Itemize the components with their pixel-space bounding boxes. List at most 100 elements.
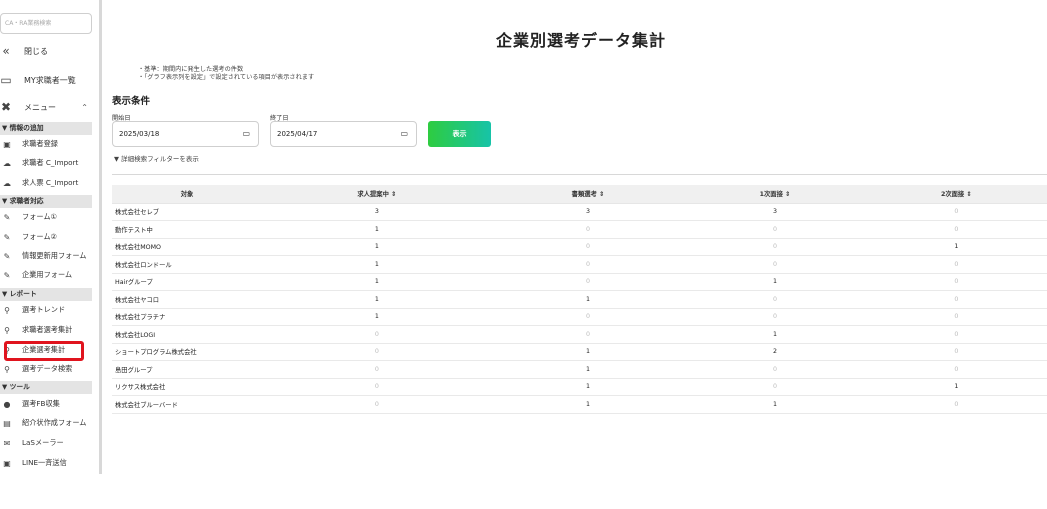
- sidebar-item-form-2[interactable]: ✎ フォーム②: [0, 232, 92, 242]
- double-chevron-left-icon: «: [2, 44, 10, 58]
- sidebar-item-seeker-selection[interactable]: ⚲ 求職者選考集計: [0, 325, 92, 335]
- sidebar-item-selection-search[interactable]: ⚲ 選考データ検索: [0, 364, 92, 374]
- close-label: 閉じる: [24, 46, 48, 56]
- cloud-upload-icon: ☁: [3, 158, 11, 168]
- divider: [112, 174, 1047, 175]
- count-cell: 1: [865, 378, 1047, 396]
- show-button[interactable]: 表示: [428, 121, 491, 147]
- company-name-cell: 株式会社ブルーバード: [112, 395, 262, 414]
- count-cell: 0: [262, 360, 492, 379]
- sidebar-item-label: 求人票 C_Import: [22, 178, 79, 187]
- company-name-cell: 動作テスト中: [112, 220, 262, 239]
- close-sidebar-button[interactable]: « 閉じる: [0, 44, 92, 58]
- count-cell: 0: [865, 203, 1047, 221]
- sidebar-item-las-mailer[interactable]: ✉ LaSメーラー: [0, 438, 92, 448]
- sidebar-item-label: 求職者登録: [22, 139, 58, 148]
- count-cell: 1: [865, 238, 1047, 256]
- chevron-up-icon: ⌃: [81, 102, 88, 112]
- count-cell: 0: [262, 395, 492, 414]
- count-cell: 0: [865, 290, 1047, 309]
- start-date-input[interactable]: 2025/03/18 ▭: [112, 121, 259, 147]
- sidebar-item-label: LaSメーラー: [22, 438, 64, 447]
- sidebar-item-fb-collect[interactable]: ● 選考FB収集: [0, 399, 92, 409]
- id-card-icon: ▣: [3, 139, 11, 149]
- column-header-first-interview[interactable]: 1次面接 ⇕: [684, 185, 866, 204]
- table-row: 株式会社MOMO 1 0 0 1: [112, 238, 1047, 256]
- table-row: 株式会社LOGI 0 0 1 0: [112, 325, 1047, 344]
- count-cell: 2: [684, 343, 866, 361]
- column-header-proposing[interactable]: 求人提案中 ⇕: [262, 185, 492, 204]
- sidebar-item-label: LINE一斉送信: [22, 458, 67, 467]
- count-cell: 0: [262, 325, 492, 344]
- menu-label: メニュー: [24, 102, 56, 112]
- monitor-icon: ▭: [0, 73, 12, 87]
- calendar-icon[interactable]: ▭: [242, 122, 250, 146]
- count-cell: 0: [262, 343, 492, 361]
- company-name-cell: リクサス株式会社: [112, 378, 262, 396]
- company-selection-table: 対象 求人提案中 ⇕ 書類選考 ⇕ 1次面接 ⇕ 2次面接 ⇕ 株式会社セレブ 3…: [112, 185, 1047, 414]
- notes: ・基準：期間内に発生した選考の件数 ・「グラフ表示列を設定」で設定されている項目…: [138, 66, 314, 82]
- sidebar-item-form-1[interactable]: ✎ フォーム①: [0, 212, 92, 222]
- sidebar-item-seeker-register[interactable]: ▣ 求職者登録: [0, 139, 92, 149]
- sidebar-item-label: 選考データ検索: [22, 364, 73, 373]
- table-row: リクサス株式会社 0 1 0 1: [112, 378, 1047, 396]
- company-name-cell: 株式会社プラチナ: [112, 308, 262, 326]
- column-header-document-screening[interactable]: 書類選考 ⇕: [491, 185, 685, 204]
- page-title: 企業別選考データ集計: [496, 31, 667, 50]
- tools-icon: ✖: [0, 100, 12, 114]
- count-cell: 3: [684, 203, 866, 221]
- company-name-cell: 株式会社セレブ: [112, 203, 262, 221]
- sidebar-item-line-broadcast[interactable]: ▣ LINE一斉送信: [0, 458, 92, 468]
- highlight-box: [4, 341, 84, 361]
- count-cell: 0: [684, 308, 866, 326]
- pen-icon: ✎: [3, 212, 11, 222]
- count-cell: 0: [865, 395, 1047, 414]
- count-cell: 1: [262, 220, 492, 239]
- company-name-cell: 株式会社LOGI: [112, 325, 262, 344]
- count-cell: 3: [491, 203, 685, 221]
- end-date-value: 2025/04/17: [277, 130, 318, 138]
- company-name-cell: Hairグループ: [112, 273, 262, 291]
- count-cell: 1: [262, 290, 492, 309]
- count-cell: 1: [262, 308, 492, 326]
- mail-icon: ✉: [3, 438, 11, 448]
- section-header: ▼ ツール: [0, 381, 92, 394]
- count-cell: 1: [684, 395, 866, 414]
- sidebar-item-my-seekers[interactable]: ▭ MY求職者一覧: [0, 73, 92, 87]
- company-name-cell: 株式会社MOMO: [112, 238, 262, 256]
- sidebar-item-update-form[interactable]: ✎ 情報更新用フォーム: [0, 251, 92, 261]
- count-cell: 1: [684, 273, 866, 291]
- sidebar-item-seeker-import[interactable]: ☁ 求職者 C_Import: [0, 158, 92, 168]
- detail-filter-toggle[interactable]: ▼ 詳細検索フィルターを表示: [114, 153, 199, 163]
- calendar-icon[interactable]: ▭: [400, 122, 408, 146]
- menu-toggle[interactable]: ✖ メニュー ⌃: [0, 100, 92, 114]
- search-icon: ⚲: [4, 325, 10, 335]
- sidebar-item-company-form[interactable]: ✎ 企業用フォーム: [0, 270, 92, 280]
- count-cell: 0: [491, 325, 685, 344]
- sidebar-item-referral-form[interactable]: ▤ 紹介状作成フォーム: [0, 418, 92, 428]
- line-icon: ▣: [3, 458, 11, 468]
- document-icon: ▤: [3, 418, 11, 428]
- sidebar-item-label: フォーム②: [22, 232, 57, 241]
- table-header-row: 対象 求人提案中 ⇕ 書類選考 ⇕ 1次面接 ⇕ 2次面接 ⇕: [112, 185, 1047, 204]
- count-cell: 0: [684, 290, 866, 309]
- count-cell: 3: [262, 203, 492, 221]
- sidebar-item-label: 企業用フォーム: [22, 270, 73, 279]
- sidebar-item-selection-trend[interactable]: ⚲ 選考トレンド: [0, 305, 92, 315]
- count-cell: 1: [491, 378, 685, 396]
- column-header-second-interview[interactable]: 2次面接 ⇕: [865, 185, 1047, 204]
- count-cell: 1: [262, 255, 492, 274]
- count-cell: 0: [865, 360, 1047, 379]
- sidebar-item-job-import[interactable]: ☁ 求人票 C_Import: [0, 178, 92, 188]
- table-row: 株式会社プラチナ 1 0 0 0: [112, 308, 1047, 326]
- sidebar-item-label: 求職者 C_Import: [22, 158, 79, 167]
- count-cell: 1: [491, 290, 685, 309]
- my-seekers-label: MY求職者一覧: [24, 75, 76, 85]
- sidebar-search-input[interactable]: CA・RA業務検索: [0, 13, 92, 34]
- count-cell: 0: [865, 325, 1047, 344]
- table-row: 動作テスト中 1 0 0 0: [112, 220, 1047, 239]
- count-cell: 0: [491, 238, 685, 256]
- count-cell: 1: [684, 325, 866, 344]
- count-cell: 1: [262, 273, 492, 291]
- end-date-input[interactable]: 2025/04/17 ▭: [270, 121, 417, 147]
